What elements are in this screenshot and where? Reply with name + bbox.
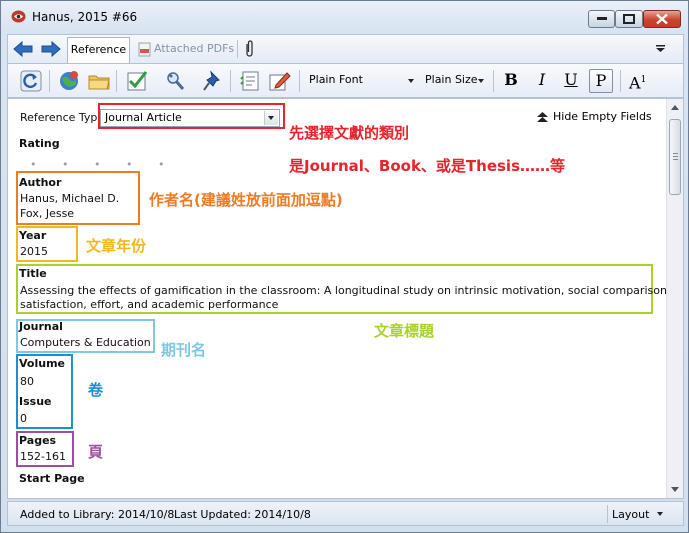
size-select-value: Plain Size xyxy=(425,73,478,86)
edit-reference-icon[interactable] xyxy=(267,69,291,93)
checklist-icon[interactable] xyxy=(125,69,149,93)
scroll-up-icon[interactable] xyxy=(671,105,679,110)
superscript-mark: 1 xyxy=(640,75,647,85)
divider xyxy=(230,70,231,92)
vertical-scrollbar[interactable] xyxy=(666,99,683,498)
find-reference-icon[interactable] xyxy=(163,69,187,93)
journal-value[interactable]: Computers & Education xyxy=(20,335,151,351)
reference-type-highlight-box xyxy=(98,103,285,129)
scroll-down-icon[interactable] xyxy=(671,487,679,492)
refresh-icon[interactable] xyxy=(19,69,43,93)
annotation-reference-type-1: 先選擇文獻的類別 xyxy=(289,124,410,142)
issue-value[interactable]: 0 xyxy=(20,411,27,427)
tab-attached-pdfs-label: Attached PDFs xyxy=(154,42,235,55)
notes-icon[interactable] xyxy=(239,69,263,93)
grip-line xyxy=(673,153,678,154)
annotation-year: 文章年份 xyxy=(86,237,147,255)
font-select-value: Plain Font xyxy=(309,73,363,86)
open-folder-icon[interactable] xyxy=(87,69,111,93)
divider xyxy=(116,70,117,92)
toolbar: Plain Font Plain Size B I U P A1 xyxy=(7,63,684,98)
collapse-up-icon xyxy=(537,112,548,122)
annotation-journal: 期刊名 xyxy=(161,341,207,359)
annotation-title: 文章標題 xyxy=(374,322,435,340)
reference-panel: Reference Type Journal Article Hide Empt… xyxy=(7,98,684,499)
bold-button[interactable]: B xyxy=(499,69,523,93)
start-page-label: Start Page xyxy=(19,472,85,485)
font-select[interactable]: Plain Font xyxy=(305,72,417,90)
layout-label: Layout xyxy=(612,508,650,521)
window-title: Hanus, 2015 #66 xyxy=(32,10,138,24)
annotation-volume: 卷 xyxy=(88,381,104,399)
updated-date: Last Updated: 2014/10/8 xyxy=(174,508,311,521)
divider xyxy=(607,505,608,523)
close-button[interactable] xyxy=(643,10,681,28)
pdf-icon xyxy=(138,42,151,57)
forward-arrow-icon[interactable] xyxy=(41,40,61,58)
tab-menu-chevron-icon[interactable] xyxy=(656,45,665,52)
rating-label: Rating xyxy=(19,137,60,150)
year-value[interactable]: 2015 xyxy=(20,244,48,260)
maximize-button[interactable] xyxy=(615,10,643,28)
rating-stars[interactable]: • • • • • xyxy=(30,158,175,171)
divider xyxy=(237,40,238,58)
minimize-button[interactable] xyxy=(588,10,615,28)
divider xyxy=(299,70,300,92)
pages-value[interactable]: 152-161 xyxy=(20,449,66,465)
annotation-pages: 頁 xyxy=(88,443,104,461)
chevron-down-icon xyxy=(657,512,664,516)
superscript-letter: A xyxy=(629,73,641,93)
volume-value[interactable]: 80 xyxy=(20,374,34,390)
grip-line xyxy=(673,156,678,157)
title-bar[interactable]: Hanus, 2015 #66 xyxy=(1,1,688,32)
issue-label: Issue xyxy=(19,395,52,408)
endnote-app-icon xyxy=(11,10,26,23)
layout-button[interactable]: Layout xyxy=(612,508,664,521)
chevron-down-icon xyxy=(478,79,484,83)
plain-text-button[interactable]: P xyxy=(589,69,613,93)
application-window: Hanus, 2015 #66 Reference Attached PDFs xyxy=(0,0,689,533)
author-value-1[interactable]: Hanus, Michael D. xyxy=(20,191,119,207)
chevron-down-icon xyxy=(408,79,414,83)
title-value-2[interactable]: satisfaction, effort, and academic perfo… xyxy=(20,297,278,313)
title-label: Title xyxy=(19,267,47,280)
annotation-reference-type-2: 是Journal、Book、或是Thesis……等 xyxy=(289,157,566,175)
tab-bar: Reference Attached PDFs xyxy=(7,34,684,64)
pages-label: Pages xyxy=(19,434,57,447)
maximize-icon xyxy=(623,14,635,24)
hide-empty-fields-label: Hide Empty Fields xyxy=(553,110,652,123)
grip-line xyxy=(673,159,678,160)
back-arrow-icon[interactable] xyxy=(13,40,33,58)
size-select[interactable]: Plain Size xyxy=(421,72,487,90)
pushpin-icon[interactable] xyxy=(201,69,225,93)
divider xyxy=(49,70,50,92)
annotation-author: 作者名(建議姓放前面加逗點) xyxy=(149,191,343,209)
scrollbar-thumb[interactable] xyxy=(669,119,681,195)
journal-label: Journal xyxy=(19,320,63,333)
divider xyxy=(620,70,621,92)
author-label: Author xyxy=(19,176,62,189)
reference-type-label: Reference Type xyxy=(20,111,105,124)
volume-label: Volume xyxy=(19,357,65,370)
tab-reference[interactable]: Reference xyxy=(67,37,130,64)
status-bar: Added to Library: 2014/10/8 Last Updated… xyxy=(7,501,684,526)
tab-attached-pdfs[interactable]: Attached PDFs xyxy=(136,37,234,64)
author-value-2[interactable]: Fox, Jesse xyxy=(20,206,74,222)
year-label: Year xyxy=(19,229,47,242)
superscript-button[interactable]: A1 xyxy=(629,69,663,93)
divider xyxy=(493,70,494,92)
underline-button[interactable]: U xyxy=(559,69,583,93)
hide-empty-fields-button[interactable]: Hide Empty Fields xyxy=(535,110,652,123)
minimize-icon xyxy=(596,17,607,20)
paperclip-icon[interactable] xyxy=(244,40,254,58)
close-icon xyxy=(656,13,668,25)
italic-button[interactable]: I xyxy=(530,69,554,93)
added-date: Added to Library: 2014/10/8 xyxy=(20,508,175,521)
find-fulltext-globe-icon[interactable] xyxy=(57,69,81,93)
